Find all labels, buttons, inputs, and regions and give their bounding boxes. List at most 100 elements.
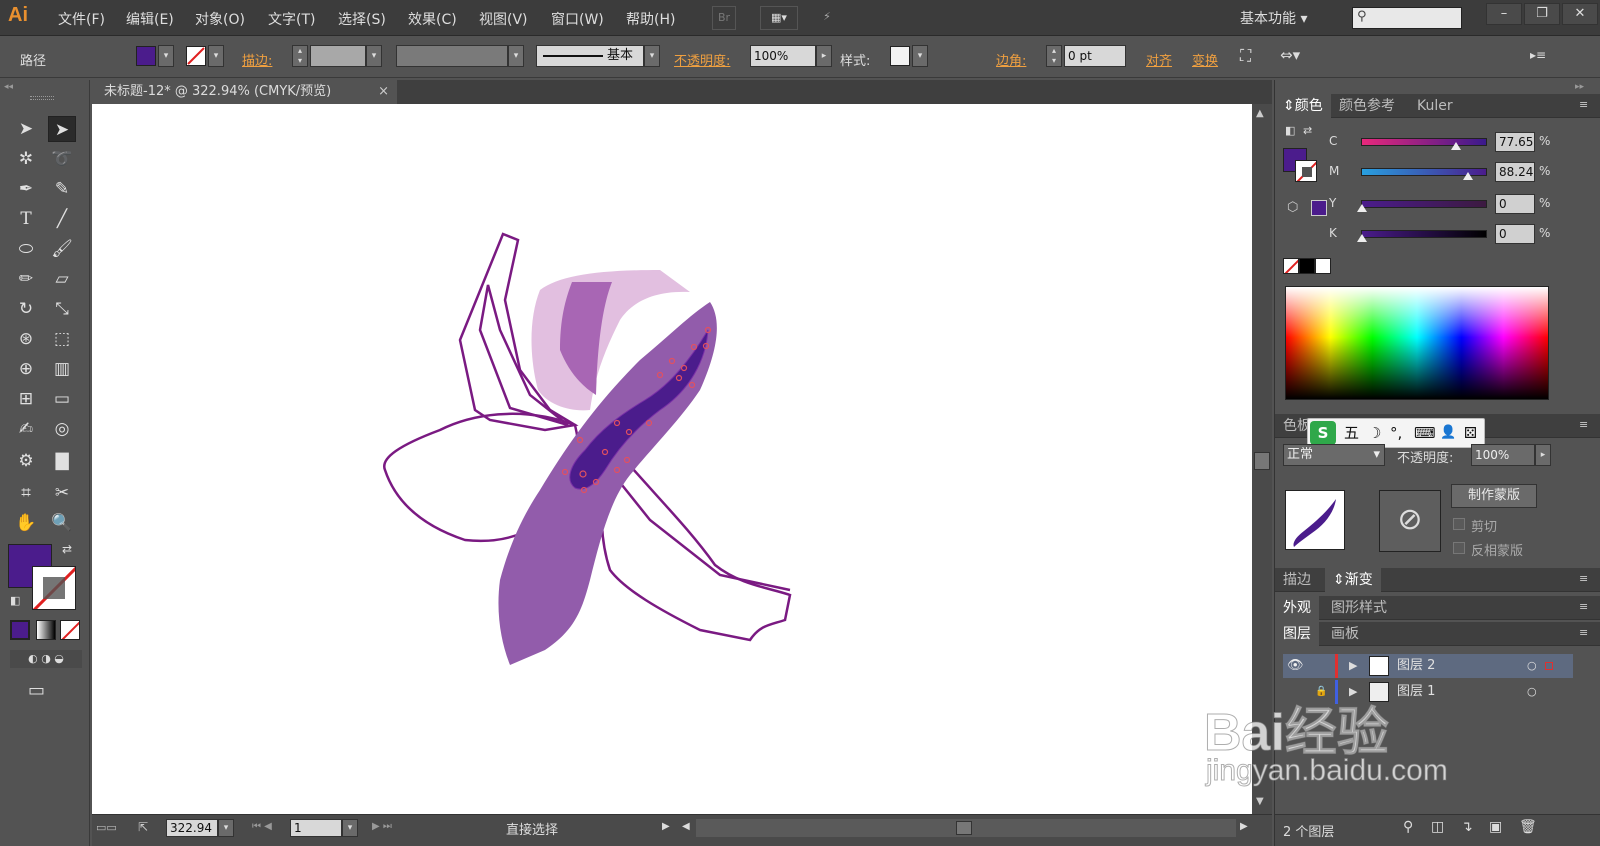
transform-link[interactable]: 变换 [1192, 50, 1218, 69]
tab-color[interactable]: ⇕颜色 [1275, 94, 1331, 118]
horizontal-scrollbar[interactable] [696, 819, 1236, 837]
out-of-gamut-icon[interactable]: ⬡ [1287, 200, 1298, 215]
gamut-swatch[interactable] [1311, 200, 1327, 216]
artboard-dropdown[interactable]: ▾ [342, 819, 358, 837]
scroll-right-icon[interactable]: ▶ [1240, 821, 1248, 832]
channel-slider-thumb[interactable] [1357, 234, 1367, 242]
ime-user-icon[interactable]: 👤 [1440, 419, 1456, 447]
layers-menu-icon[interactable]: ≡ [1579, 626, 1588, 639]
corner-field[interactable]: 0 pt [1064, 45, 1126, 67]
brush-definition[interactable]: 基本 [536, 45, 644, 67]
blend-mode-select[interactable]: 正常 ▾ [1283, 444, 1385, 466]
collapse-toolbox-icon[interactable]: ◂◂ [4, 82, 13, 92]
stroke-color-box[interactable] [32, 566, 76, 610]
make-clipping-mask-icon[interactable]: ◫ [1431, 819, 1444, 835]
transparency-opacity-field[interactable]: 100% [1471, 444, 1535, 466]
opacity-label[interactable]: 不透明度: [674, 50, 730, 69]
curvature-tool-icon[interactable]: ✎ [48, 176, 76, 202]
new-sublayer-icon[interactable]: ↴ [1461, 819, 1473, 835]
menu-help[interactable]: 帮助(H) [626, 9, 675, 29]
close-window-button[interactable]: ✕ [1562, 3, 1598, 25]
isolate-icon[interactable]: ⛶ [1240, 46, 1251, 66]
minimize-button[interactable]: – [1486, 3, 1522, 25]
artboard-tool-icon[interactable]: ⌗ [12, 480, 40, 506]
stroke-label[interactable]: 描边: [242, 50, 272, 69]
tab-layers[interactable]: 图层 [1275, 622, 1319, 646]
color-mode-icon[interactable] [10, 620, 30, 640]
artboard-field[interactable]: 1 [290, 819, 342, 837]
variable-width-dropdown[interactable]: ▾ [508, 45, 524, 67]
gpu-status-icon[interactable]: ▭▭ [96, 821, 117, 834]
default-fill-stroke-icon[interactable]: ◧ [10, 594, 20, 607]
stroke-swatch[interactable] [186, 46, 206, 66]
tab-stroke[interactable]: 描边 [1275, 568, 1319, 592]
export-icon[interactable]: ⇱ [138, 820, 148, 834]
arrange-documents-icon[interactable]: ▦▾ [760, 6, 798, 30]
restore-button[interactable]: ❐ [1524, 3, 1560, 25]
tab-gradient[interactable]: ⇕渐变 [1325, 568, 1381, 592]
channel-value-field[interactable]: 0 [1495, 224, 1535, 244]
lasso-tool-icon[interactable]: ➰ [48, 146, 76, 172]
align-options-icon[interactable]: ⇔▾ [1280, 46, 1300, 64]
mesh-tool-icon[interactable]: ⊞ [12, 386, 40, 412]
shape-builder-tool-icon[interactable]: ⊕ [12, 356, 40, 382]
variable-width-profile[interactable] [396, 45, 508, 67]
ime-skin-icon[interactable]: ⚄ [1464, 419, 1477, 447]
menu-view[interactable]: 视图(V) [479, 9, 528, 29]
hand-tool-icon[interactable]: ✋ [12, 510, 40, 536]
swap-colors-icon[interactable]: ⇄ [1303, 124, 1312, 137]
type-tool-icon[interactable]: T [12, 206, 40, 232]
document-tab[interactable]: 未标题-12* @ 322.94% (CMYK/预览) × [92, 80, 397, 104]
menu-effect[interactable]: 效果(C) [408, 9, 457, 29]
stroke-dropdown[interactable]: ▾ [208, 45, 224, 67]
flower-artwork[interactable] [92, 104, 1252, 814]
color-panel-menu-icon[interactable]: ≡ [1579, 98, 1588, 111]
menu-type[interactable]: 文字(T) [268, 9, 315, 29]
brush-dropdown[interactable]: ▾ [644, 45, 660, 67]
artboard-canvas[interactable] [92, 104, 1252, 814]
panel-stroke-swatch[interactable] [1295, 160, 1317, 182]
ime-moon-icon[interactable]: ☽ [1368, 419, 1381, 447]
menu-file[interactable]: 文件(F) [58, 9, 105, 29]
align-link[interactable]: 对齐 [1146, 50, 1172, 69]
channel-slider-thumb[interactable] [1451, 142, 1461, 150]
collapse-panels-icon[interactable]: ▸▸ [1575, 82, 1584, 92]
ime-keyboard-icon[interactable]: ⌨ [1414, 419, 1436, 447]
scroll-up-icon[interactable]: ▲ [1256, 108, 1264, 119]
magic-wand-tool-icon[interactable]: ✲ [12, 146, 40, 172]
first-artboard-icon[interactable]: ⏮ ◀ [252, 821, 272, 832]
swap-fill-stroke-icon[interactable]: ⇄ [62, 542, 72, 556]
channel-slider[interactable] [1361, 230, 1487, 238]
tab-graphic-styles[interactable]: 图形样式 [1323, 596, 1395, 620]
screen-mode-icon[interactable]: ▭ [28, 680, 45, 701]
no-mask-icon[interactable]: ⊘ [1379, 490, 1441, 552]
fill-dropdown[interactable]: ▾ [158, 45, 174, 67]
pencil-tool-icon[interactable]: ✏ [12, 266, 40, 292]
perspective-grid-tool-icon[interactable]: ▥ [48, 356, 76, 382]
menu-window[interactable]: 窗口(W) [551, 9, 604, 29]
selection-indicator[interactable] [1545, 662, 1553, 670]
stroke-panel-menu-icon[interactable]: ≡ [1579, 572, 1588, 585]
scroll-thumb[interactable] [1254, 452, 1270, 470]
status-menu-icon[interactable]: ▶ [662, 821, 670, 832]
graphic-style-dropdown[interactable]: ▾ [912, 45, 928, 67]
none-mode-icon[interactable] [60, 620, 80, 640]
tab-color-guide[interactable]: 颜色参考 [1331, 94, 1403, 118]
stroke-weight-dropdown[interactable]: ▾ [366, 45, 382, 67]
line-tool-icon[interactable]: ╱ [48, 206, 76, 232]
channel-value-field[interactable]: 0 [1495, 194, 1535, 214]
graphic-style-swatch[interactable] [890, 46, 910, 66]
transparency-menu-icon[interactable]: ≡ [1579, 418, 1588, 431]
tab-kuler[interactable]: Kuler [1409, 94, 1461, 118]
transparency-opacity-dropdown[interactable]: ▸ [1535, 444, 1551, 466]
fill-swatch[interactable] [136, 46, 156, 66]
corner-label[interactable]: 边角: [996, 50, 1026, 69]
slice-tool-icon[interactable]: ✂ [48, 480, 76, 506]
blend-tool-icon[interactable]: ◎ [48, 416, 76, 442]
gradient-mode-icon[interactable] [36, 620, 56, 640]
last-artboard-icon[interactable]: ▶ ⏭ [372, 821, 392, 832]
selection-tool-icon[interactable]: ➤ [12, 116, 40, 142]
visibility-eye-icon[interactable]: 👁 [1287, 654, 1304, 678]
free-transform-tool-icon[interactable]: ⬚ [48, 326, 76, 352]
warp-tool-icon[interactable]: ⊛ [12, 326, 40, 352]
